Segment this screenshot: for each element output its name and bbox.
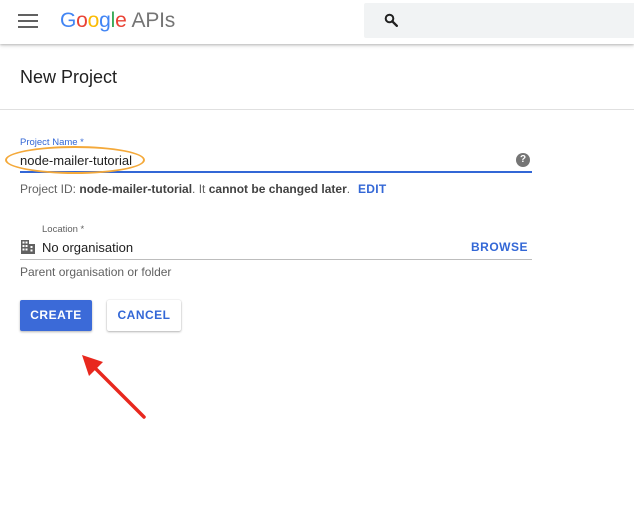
cancel-button[interactable]: CANCEL [107,300,181,331]
search-bar[interactable] [364,3,634,38]
project-name-underline [20,171,532,173]
logo-letter: g [99,9,111,32]
project-id-value: node-mailer-tutorial [79,182,193,196]
google-apis-logo[interactable]: Google APIs [60,9,175,33]
browse-location-button[interactable]: BROWSE [471,240,528,254]
project-id-prefix: Project ID: [20,182,80,196]
project-id-suffix: . [346,182,351,196]
top-app-bar: Google APIs [0,0,634,44]
building-icon [21,240,35,254]
project-id-warning: cannot be changed later [208,182,347,196]
google-wordmark: Google [60,9,127,32]
red-arrow-annotation [82,355,146,419]
logo-letter: e [115,9,127,32]
project-name-label: Project Name * [20,137,84,148]
location-helper-text: Parent organisation or folder [20,265,172,279]
logo-letter: o [87,9,100,32]
project-id-middle: . It [192,182,209,196]
location-value[interactable]: No organisation [42,240,133,255]
search-icon [384,13,398,27]
logo-letter: G [60,9,77,32]
create-button[interactable]: CREATE [20,300,92,331]
logo-letter: o [76,9,88,32]
project-name-input[interactable] [20,151,510,169]
menu-bar [18,26,38,28]
apis-wordmark: APIs [131,9,176,32]
project-id-text: Project ID: node-mailer-tutorial. It can… [20,182,350,196]
location-label: Location * [42,224,85,235]
help-icon[interactable]: ? [516,153,530,167]
menu-bar [18,20,38,22]
menu-bar [18,14,38,16]
page-title-bar: New Project [0,45,634,110]
page-title: New Project [20,67,118,87]
location-underline [20,259,532,260]
hamburger-menu-icon[interactable] [18,14,38,30]
edit-project-id-link[interactable]: EDIT [358,182,387,196]
